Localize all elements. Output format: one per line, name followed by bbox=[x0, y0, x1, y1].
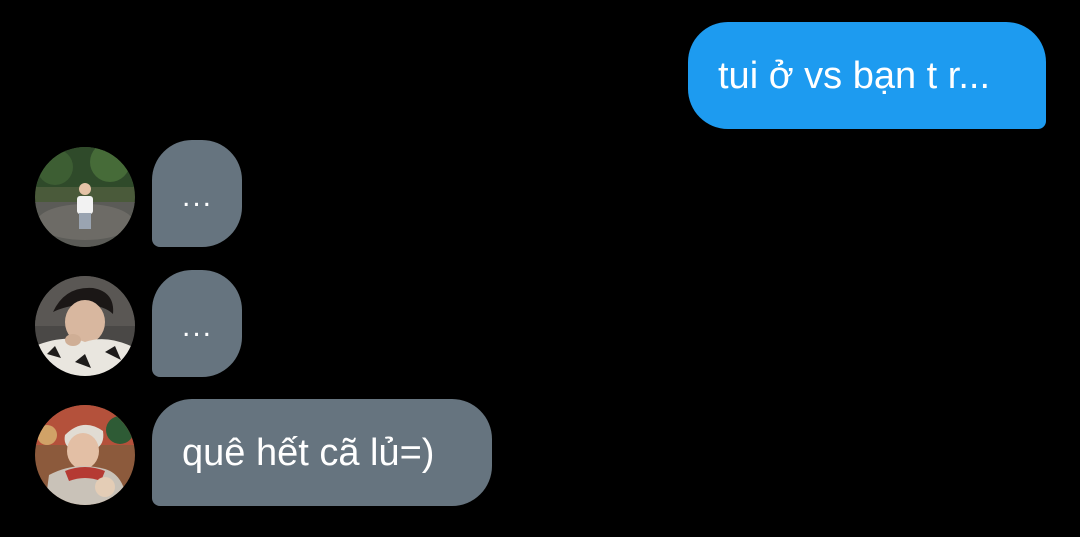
incoming-message-bubble[interactable]: ... bbox=[152, 270, 242, 377]
sender-avatar[interactable] bbox=[35, 405, 135, 505]
avatar-photo-icon bbox=[35, 405, 135, 505]
incoming-message-bubble[interactable]: ... bbox=[152, 140, 242, 247]
message-text: ... bbox=[182, 179, 214, 213]
avatar-photo-icon bbox=[35, 147, 135, 247]
incoming-message-bubble[interactable]: quê hết cã lủ=) bbox=[152, 399, 492, 506]
avatar-photo-icon bbox=[35, 276, 135, 376]
sender-avatar[interactable] bbox=[35, 276, 135, 376]
message-text: quê hết cã lủ=) bbox=[182, 431, 435, 474]
message-text: tui ở vs bạn t r... bbox=[718, 54, 991, 97]
sender-avatar[interactable] bbox=[35, 147, 135, 247]
message-text: ... bbox=[182, 309, 214, 343]
outgoing-message-bubble[interactable]: tui ở vs bạn t r... bbox=[688, 22, 1046, 129]
